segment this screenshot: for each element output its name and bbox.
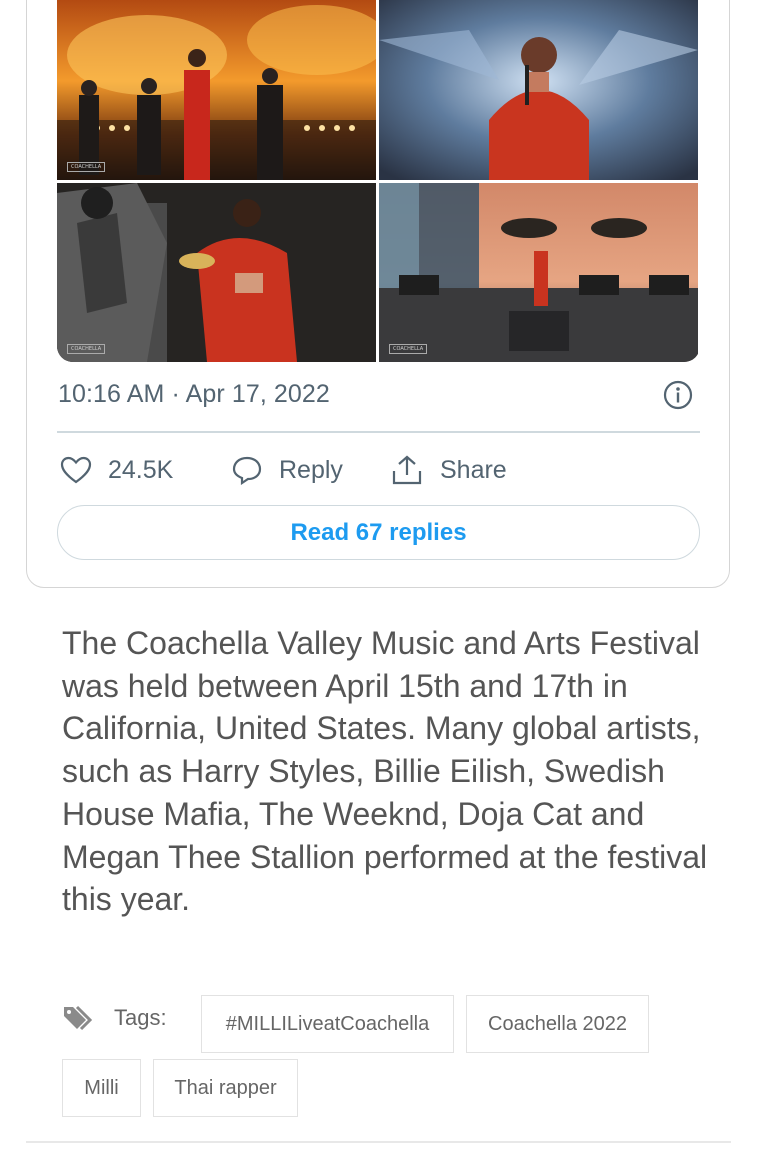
speech-bubble-icon <box>232 456 262 485</box>
share-upload-icon <box>392 455 422 485</box>
media-image <box>379 0 698 180</box>
tag-chip[interactable]: Milli <box>62 1059 141 1117</box>
tweet-actions: 24.5K Reply Share <box>60 450 700 490</box>
like-count: 24.5K <box>108 455 174 484</box>
tag-chip[interactable]: Thai rapper <box>153 1059 298 1117</box>
heart-icon <box>60 456 92 484</box>
media-tile-3[interactable]: COACHELLA <box>57 183 376 362</box>
share-button[interactable]: Share <box>390 450 507 490</box>
divider <box>57 431 700 433</box>
tag-icon <box>64 1005 93 1031</box>
tags-label: Tags: <box>62 1003 167 1033</box>
info-circle-icon[interactable] <box>663 380 693 410</box>
media-tile-2[interactable] <box>379 0 698 180</box>
media-image <box>57 0 376 180</box>
media-tile-1[interactable]: COACHELLA <box>57 0 376 180</box>
reply-label: Reply <box>279 455 343 484</box>
media-tile-4[interactable]: COACHELLA <box>379 183 698 362</box>
tags-label-text: Tags: <box>114 1005 167 1030</box>
coachella-watermark: COACHELLA <box>67 344 106 354</box>
reply-button[interactable]: Reply <box>231 450 343 490</box>
coachella-watermark: COACHELLA <box>389 344 428 354</box>
like-button[interactable]: 24.5K <box>60 450 173 490</box>
coachella-watermark: COACHELLA <box>67 162 106 172</box>
tag-chip[interactable]: #MILLILiveatCoachella <box>201 995 454 1053</box>
share-label: Share <box>440 455 507 484</box>
article-paragraph: The Coachella Valley Music and Arts Fest… <box>62 625 708 918</box>
media-image <box>379 183 698 362</box>
tag-chip[interactable]: Coachella 2022 <box>466 995 649 1053</box>
media-image <box>57 183 376 362</box>
tweet-timestamp[interactable]: 10:16 AM · Apr 17, 2022 <box>58 380 330 409</box>
read-replies-button[interactable]: Read 67 replies <box>57 505 700 560</box>
tweet-media-grid: COACHELLA COACHELLA COACHELLA <box>57 0 700 362</box>
divider <box>26 1141 731 1143</box>
